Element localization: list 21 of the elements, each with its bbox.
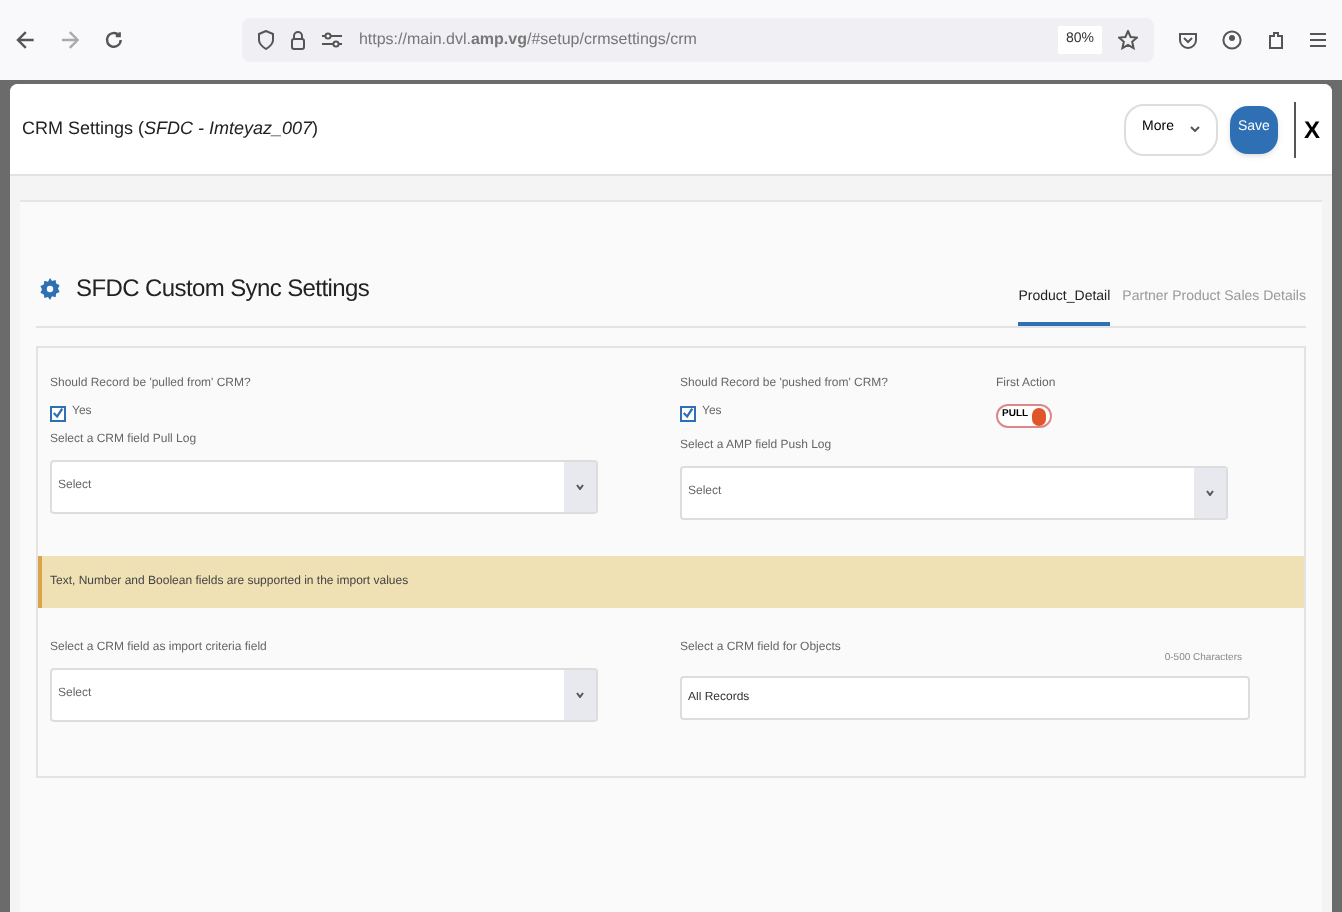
gear-icon (40, 277, 60, 299)
close-button[interactable]: X (1303, 111, 1320, 147)
menu-icon[interactable] (1310, 30, 1326, 50)
account-icon[interactable] (1222, 30, 1242, 50)
modal-title: CRM Settings (SFDC - Imteyaz_007) (22, 115, 319, 142)
permissions-icon[interactable] (322, 32, 343, 48)
star-icon[interactable] (1118, 30, 1138, 50)
caret-icon (1206, 490, 1214, 496)
pocket-icon[interactable] (1178, 30, 1198, 50)
extensions-icon[interactable] (1266, 30, 1286, 50)
url-text: https://main.dvl.amp.vg/#setup/crmsettings/crm (358, 28, 699, 52)
back-icon[interactable] (16, 30, 36, 50)
checkbox[interactable] (680, 405, 696, 421)
lock-icon (290, 30, 307, 50)
shield-icon (258, 30, 275, 50)
caret-icon (1189, 126, 1200, 132)
reload-icon[interactable] (103, 30, 123, 50)
caret-icon (576, 484, 584, 490)
checkbox[interactable] (50, 405, 66, 421)
caret-icon (576, 692, 584, 698)
section-title: SFDC Custom Sync Settings (76, 272, 370, 306)
